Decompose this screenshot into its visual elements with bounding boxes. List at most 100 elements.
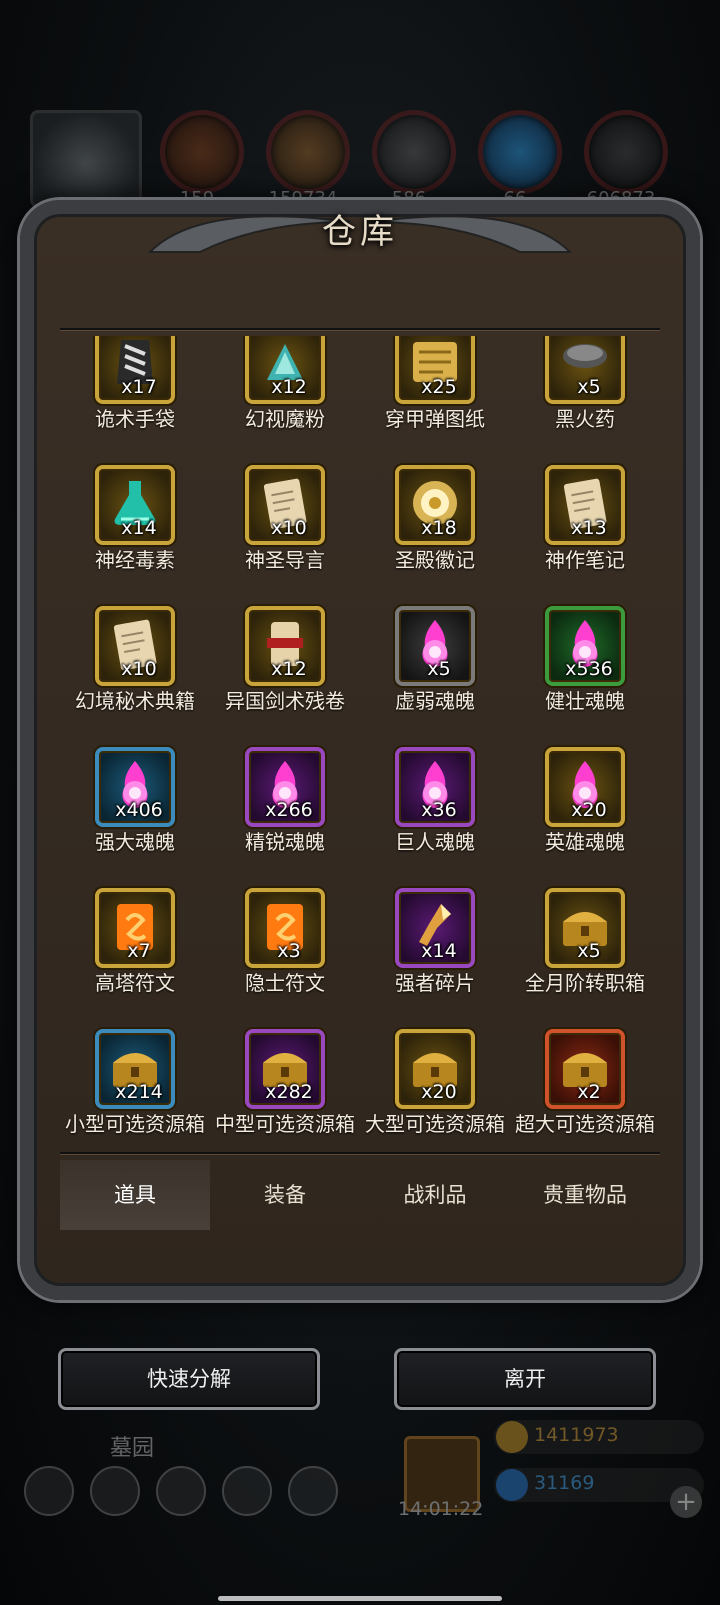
hud-menu-icon[interactable]	[222, 1466, 272, 1516]
item-slot[interactable]: x266	[245, 747, 325, 827]
item-slot[interactable]: x25	[395, 336, 475, 404]
item-quantity: x214	[115, 1081, 163, 1103]
inventory-item[interactable]: x25 穿甲弹图纸	[360, 336, 510, 454]
item-slot[interactable]: x14	[95, 465, 175, 545]
item-slot[interactable]: x214	[95, 1029, 175, 1109]
inventory-item[interactable]: x282 中型可选资源箱	[210, 1029, 360, 1150]
item-slot[interactable]: x13	[545, 465, 625, 545]
item-name: 中型可选资源箱	[215, 1112, 355, 1136]
inventory-item[interactable]: x536 健壮魂魄	[510, 606, 660, 736]
inventory-item[interactable]: x20 英雄魂魄	[510, 747, 660, 877]
hud-menu-icon[interactable]	[288, 1466, 338, 1516]
bottom-hud: 墓园 14:01:22 1411973 31169 +	[0, 1420, 720, 1570]
inventory-item[interactable]: x14 强者碎片	[360, 888, 510, 1018]
item-slot[interactable]: x5	[545, 888, 625, 968]
item-grid[interactable]: x17 诡术手袋 x12 幻视魔粉 x25 穿甲弹图纸 x5 黑火药 x14 神经毒素 x10 神圣导…	[60, 336, 660, 1150]
inventory-item[interactable]: x7 高塔符文	[60, 888, 210, 1018]
item-slot[interactable]: x536	[545, 606, 625, 686]
item-slot[interactable]: x2	[545, 1029, 625, 1109]
item-quantity: x20	[571, 799, 607, 821]
inventory-item[interactable]: x5 黑火药	[510, 336, 660, 454]
item-quantity: x13	[571, 517, 607, 539]
bottom-divider	[60, 1152, 660, 1154]
tab-loot[interactable]: 战利品	[360, 1160, 510, 1230]
item-slot[interactable]: x20	[545, 747, 625, 827]
add-currency-button[interactable]: +	[670, 1486, 702, 1518]
inventory-item[interactable]: x18 圣殿徽记	[360, 465, 510, 595]
item-name: 圣殿徽记	[395, 548, 475, 572]
item-slot[interactable]: x406	[95, 747, 175, 827]
item-name: 黑火药	[555, 407, 615, 431]
item-slot[interactable]: x12	[245, 336, 325, 404]
item-slot[interactable]: x20	[395, 1029, 475, 1109]
inventory-item[interactable]: x2 超大可选资源箱	[510, 1029, 660, 1150]
inventory-item[interactable]: x12 异国剑术残卷	[210, 606, 360, 736]
inventory-item[interactable]: x36 巨人魂魄	[360, 747, 510, 877]
item-quantity: x36	[421, 799, 457, 821]
inventory-item[interactable]: x17 诡术手袋	[60, 336, 210, 454]
leave-button[interactable]: 离开	[394, 1348, 656, 1410]
item-quantity: x282	[265, 1081, 313, 1103]
inventory-item[interactable]: x12 幻视魔粉	[210, 336, 360, 454]
item-slot[interactable]: x5	[545, 336, 625, 404]
item-slot[interactable]: x10	[95, 606, 175, 686]
tab-valuables[interactable]: 贵重物品	[510, 1160, 660, 1230]
item-quantity: x5	[427, 658, 451, 680]
hud-menu-icon[interactable]	[90, 1466, 140, 1516]
inventory-item[interactable]: x14 神经毒素	[60, 465, 210, 595]
item-quantity: x266	[265, 799, 313, 821]
item-slot[interactable]: x18	[395, 465, 475, 545]
wood-resource-icon	[266, 110, 350, 194]
item-slot[interactable]: x12	[245, 606, 325, 686]
hud-menu-icon[interactable]	[156, 1466, 206, 1516]
item-quantity: x536	[565, 658, 613, 680]
item-slot[interactable]: x17	[95, 336, 175, 404]
item-quantity: x14	[121, 517, 157, 539]
inventory-item[interactable]: x5 虚弱魂魄	[360, 606, 510, 736]
item-slot[interactable]: x5	[395, 606, 475, 686]
hero-portrait[interactable]	[30, 110, 142, 208]
panel-title: 仓库	[322, 212, 398, 252]
item-name: 全月阶转职箱	[525, 971, 645, 995]
item-quantity: x5	[577, 376, 601, 398]
item-slot[interactable]: x3	[245, 888, 325, 968]
item-quantity: x20	[421, 1081, 457, 1103]
item-quantity: x14	[421, 940, 457, 962]
tab-items[interactable]: 道具	[60, 1160, 210, 1230]
inventory-item[interactable]: x266 精锐魂魄	[210, 747, 360, 877]
inventory-item[interactable]: x3 隐士符文	[210, 888, 360, 1018]
home-indicator[interactable]	[218, 1596, 502, 1601]
item-quantity: x406	[115, 799, 163, 821]
item-name: 穿甲弹图纸	[385, 407, 485, 431]
quick-decompose-button[interactable]: 快速分解	[58, 1348, 320, 1410]
gold-coin-icon	[496, 1421, 528, 1453]
item-slot[interactable]: x282	[245, 1029, 325, 1109]
inventory-item[interactable]: x5 全月阶转职箱	[510, 888, 660, 1018]
iron-resource-icon	[372, 110, 456, 194]
hud-menu-icon[interactable]	[24, 1466, 74, 1516]
item-slot[interactable]: x36	[395, 747, 475, 827]
inventory-item[interactable]: x10 神圣导言	[210, 465, 360, 595]
item-slot[interactable]: x7	[95, 888, 175, 968]
item-quantity: x12	[271, 658, 307, 680]
crystal-resource-icon	[478, 110, 562, 194]
item-name: 幻视魔粉	[245, 407, 325, 431]
item-name: 健壮魂魄	[545, 689, 625, 713]
item-quantity: x10	[271, 517, 307, 539]
item-slot[interactable]: x10	[245, 465, 325, 545]
inventory-item[interactable]: x406 强大魂魄	[60, 747, 210, 877]
tab-equipment[interactable]: 装备	[210, 1160, 360, 1230]
item-name: 超大可选资源箱	[515, 1112, 655, 1136]
item-slot[interactable]: x14	[395, 888, 475, 968]
item-name: 大型可选资源箱	[365, 1112, 505, 1136]
location-label: 墓园	[110, 1436, 155, 1461]
inventory-item[interactable]: x214 小型可选资源箱	[60, 1029, 210, 1150]
item-name: 神圣导言	[245, 548, 325, 572]
top-divider	[60, 328, 660, 330]
inventory-item[interactable]: x20 大型可选资源箱	[360, 1029, 510, 1150]
inventory-item[interactable]: x13 神作笔记	[510, 465, 660, 595]
inventory-item[interactable]: x10 幻境秘术典籍	[60, 606, 210, 736]
item-name: 精锐魂魄	[245, 830, 325, 854]
item-name: 强大魂魄	[95, 830, 175, 854]
gift-timer: 14:01:22	[398, 1498, 484, 1520]
